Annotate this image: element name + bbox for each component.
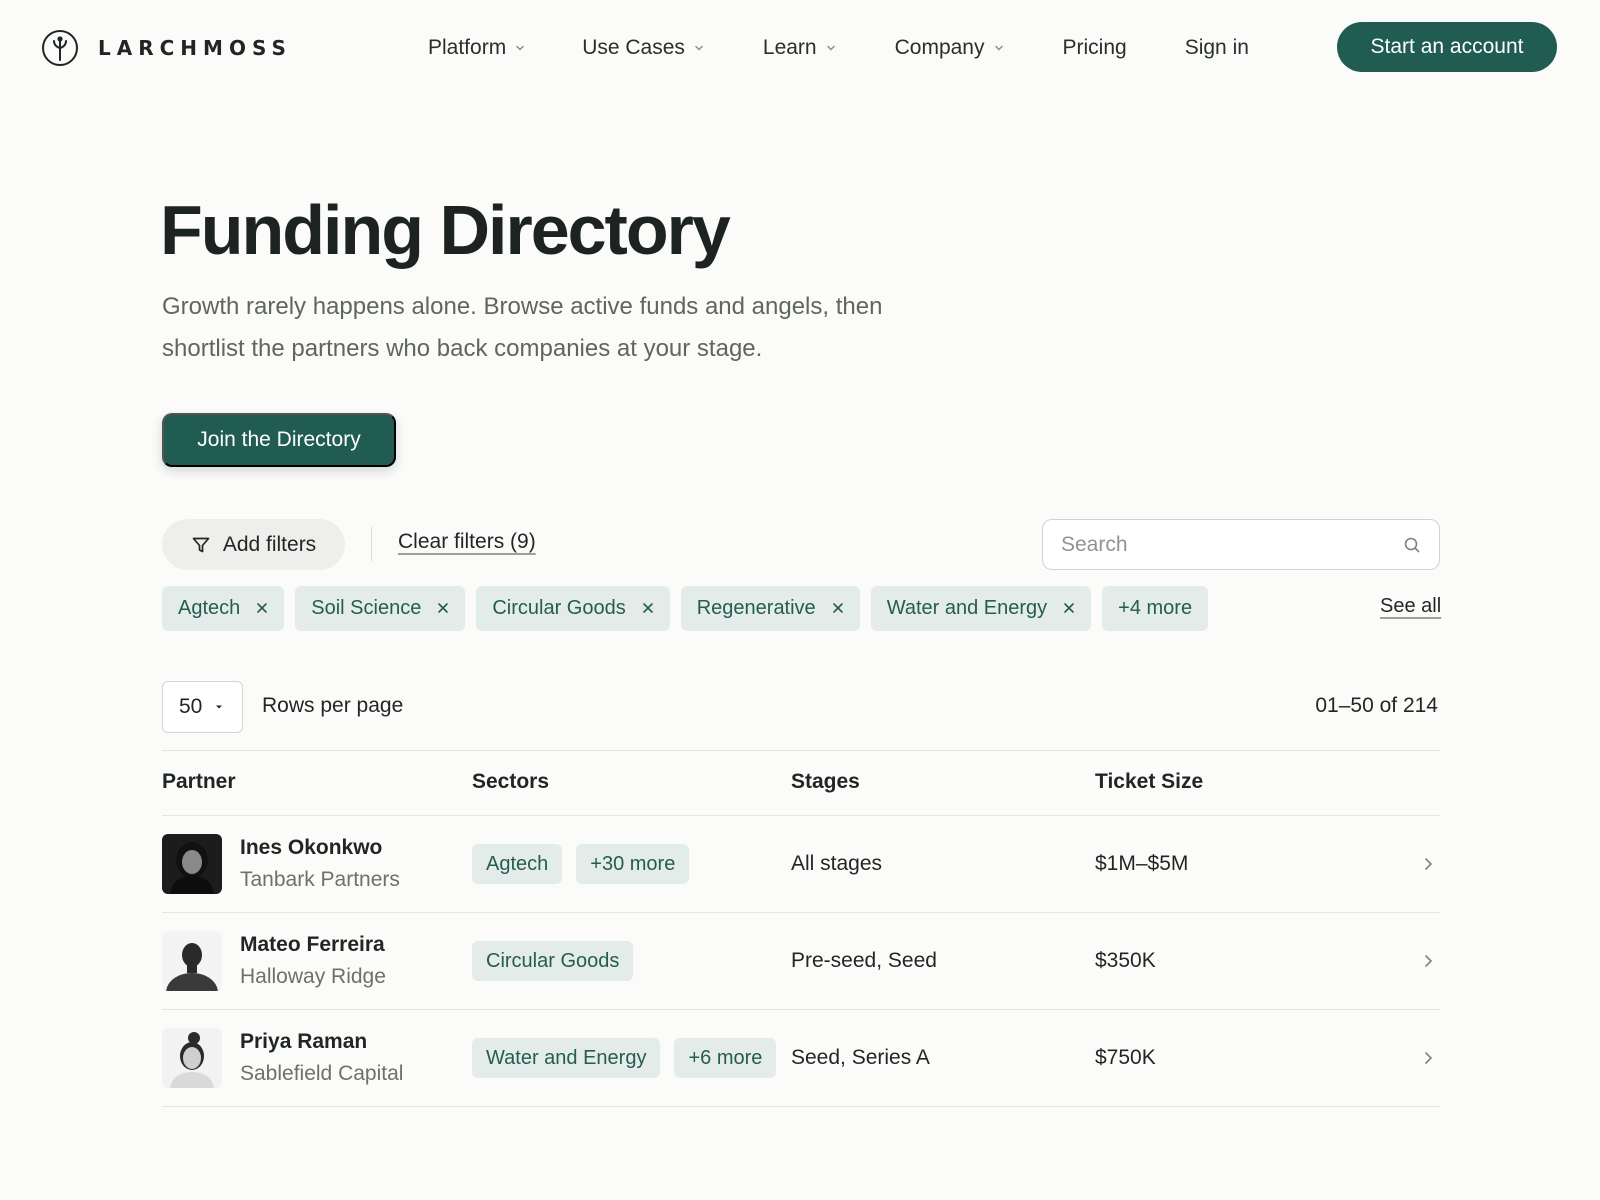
brand-logo[interactable]: LARCHMOSS bbox=[42, 30, 292, 66]
page-title: Funding Directory bbox=[160, 191, 731, 269]
pagination-range: 01–50 of 214 bbox=[1315, 694, 1438, 717]
sprout-logo-icon bbox=[42, 30, 78, 66]
active-filter-chips: Agtech Soil Science Circular Goods Regen… bbox=[162, 585, 1209, 631]
chevron-right-icon[interactable] bbox=[1420, 953, 1436, 969]
chevron-down-icon bbox=[516, 45, 524, 51]
column-header-partner[interactable]: Partner bbox=[162, 770, 236, 794]
table-header: Partner Sectors Stages Ticket Size bbox=[162, 750, 1440, 816]
sector-tag: Circular Goods bbox=[472, 941, 634, 981]
filter-chip-label: Water and Energy bbox=[886, 596, 1048, 619]
filter-chip-label: Regenerative bbox=[696, 596, 816, 619]
search-input[interactable] bbox=[1061, 532, 1403, 557]
divider bbox=[371, 527, 372, 561]
chevron-right-icon[interactable] bbox=[1420, 856, 1436, 872]
nav-platform[interactable]: Platform bbox=[428, 36, 526, 60]
sector-tag: Agtech bbox=[472, 844, 563, 884]
partner-name: Mateo Ferreira bbox=[240, 933, 385, 956]
partner-name: Ines Okonkwo bbox=[240, 836, 383, 859]
stages-cell: Pre-seed, Seed bbox=[791, 949, 937, 972]
filter-chip[interactable]: Soil Science bbox=[295, 585, 466, 631]
partners-table: Partner Sectors Stages Ticket Size Ines … bbox=[162, 750, 1440, 1107]
page-subtitle: Growth rarely happens alone. Browse acti… bbox=[162, 293, 883, 362]
close-icon[interactable] bbox=[437, 602, 449, 614]
filter-icon bbox=[192, 537, 210, 552]
see-all-link[interactable]: See all bbox=[1380, 595, 1441, 618]
close-icon[interactable] bbox=[832, 602, 844, 614]
stages-cell: Seed, Series A bbox=[791, 1046, 930, 1069]
partner-name: Priya Raman bbox=[240, 1030, 368, 1053]
nav-learn[interactable]: Learn bbox=[763, 36, 837, 60]
caret-down-icon bbox=[216, 705, 223, 709]
close-icon[interactable] bbox=[1063, 602, 1075, 614]
nav-use-cases[interactable]: Use Cases bbox=[582, 36, 705, 60]
partner-org: Sablefield Capital bbox=[240, 1062, 404, 1085]
start-account-button[interactable]: Start an account bbox=[1337, 22, 1557, 72]
more-filters-chip[interactable]: +4 more bbox=[1102, 585, 1209, 631]
filter-chip[interactable]: Regenerative bbox=[680, 585, 860, 631]
rows-per-page-label: Rows per page bbox=[262, 694, 404, 717]
close-icon[interactable] bbox=[642, 602, 654, 614]
filter-chip-label: Agtech bbox=[178, 596, 241, 619]
filter-chip[interactable]: Water and Energy bbox=[870, 585, 1092, 631]
partner-org: Halloway Ridge bbox=[240, 965, 386, 988]
sector-tags: Circular Goods bbox=[472, 941, 634, 981]
avatar bbox=[162, 834, 222, 894]
column-header-stages[interactable]: Stages bbox=[791, 770, 860, 794]
ticket-size-cell: $350K bbox=[1095, 949, 1156, 972]
column-header-ticket-size[interactable]: Ticket Size bbox=[1095, 770, 1203, 794]
nav-platform-label: Platform bbox=[428, 36, 507, 59]
add-filters-button[interactable]: Add filters bbox=[162, 519, 345, 570]
table-row[interactable]: Mateo Ferreira Halloway Ridge Circular G… bbox=[162, 913, 1440, 1010]
top-nav-bar: LARCHMOSS Platform Use Cases Learn Compa… bbox=[0, 0, 1600, 96]
filter-chip-label: Soil Science bbox=[311, 596, 422, 619]
sector-more-tag[interactable]: +6 more bbox=[674, 1038, 777, 1078]
nav-learn-label: Learn bbox=[762, 36, 817, 59]
ticket-size-cell: $750K bbox=[1095, 1046, 1156, 1069]
filter-chip-label: Circular Goods bbox=[492, 596, 626, 619]
chevron-down-icon bbox=[994, 45, 1003, 51]
avatar bbox=[162, 931, 222, 991]
filter-chip[interactable]: Circular Goods bbox=[476, 585, 670, 631]
nav-sign-in[interactable]: Sign in bbox=[1185, 36, 1249, 60]
ticket-size-cell: $1M–$5M bbox=[1095, 852, 1189, 875]
avatar bbox=[162, 1028, 222, 1088]
add-filters-label: Add filters bbox=[222, 532, 317, 556]
filter-chip[interactable]: Agtech bbox=[162, 585, 285, 631]
chevron-down-icon bbox=[695, 45, 703, 51]
rows-per-page-select[interactable]: 50 bbox=[162, 681, 243, 733]
chevron-down-icon bbox=[826, 45, 835, 51]
table-row[interactable]: Ines Okonkwo Tanbark Partners Agtech +30… bbox=[162, 816, 1440, 913]
nav-pricing[interactable]: Pricing bbox=[1063, 36, 1127, 60]
nav-use-cases-label: Use Cases bbox=[582, 36, 685, 59]
close-icon[interactable] bbox=[256, 602, 268, 614]
join-directory-button[interactable]: Join the Directory bbox=[162, 413, 396, 467]
clear-filters-link[interactable]: Clear filters (9) bbox=[398, 530, 536, 554]
search-field[interactable] bbox=[1042, 519, 1440, 570]
chevron-right-icon[interactable] bbox=[1420, 1050, 1436, 1066]
nav-company[interactable]: Company bbox=[895, 36, 1005, 60]
sector-tags: Agtech +30 more bbox=[472, 844, 690, 884]
rows-per-page-value: 50 bbox=[179, 695, 203, 718]
column-header-sectors[interactable]: Sectors bbox=[472, 770, 549, 794]
stages-cell: All stages bbox=[791, 852, 883, 875]
table-row[interactable]: Priya Raman Sablefield Capital Water and… bbox=[162, 1010, 1440, 1107]
sector-more-tag[interactable]: +30 more bbox=[576, 844, 690, 884]
partner-org: Tanbark Partners bbox=[240, 868, 400, 891]
page: LARCHMOSS Platform Use Cases Learn Compa… bbox=[0, 0, 1600, 1200]
brand-name: LARCHMOSS bbox=[98, 36, 292, 60]
sector-tag: Water and Energy bbox=[472, 1038, 661, 1078]
main-nav: Platform Use Cases Learn Company Pricing… bbox=[428, 27, 1249, 69]
search-icon[interactable] bbox=[1403, 536, 1421, 554]
sector-tags: Water and Energy +6 more bbox=[472, 1038, 777, 1078]
nav-company-label: Company bbox=[894, 36, 985, 59]
